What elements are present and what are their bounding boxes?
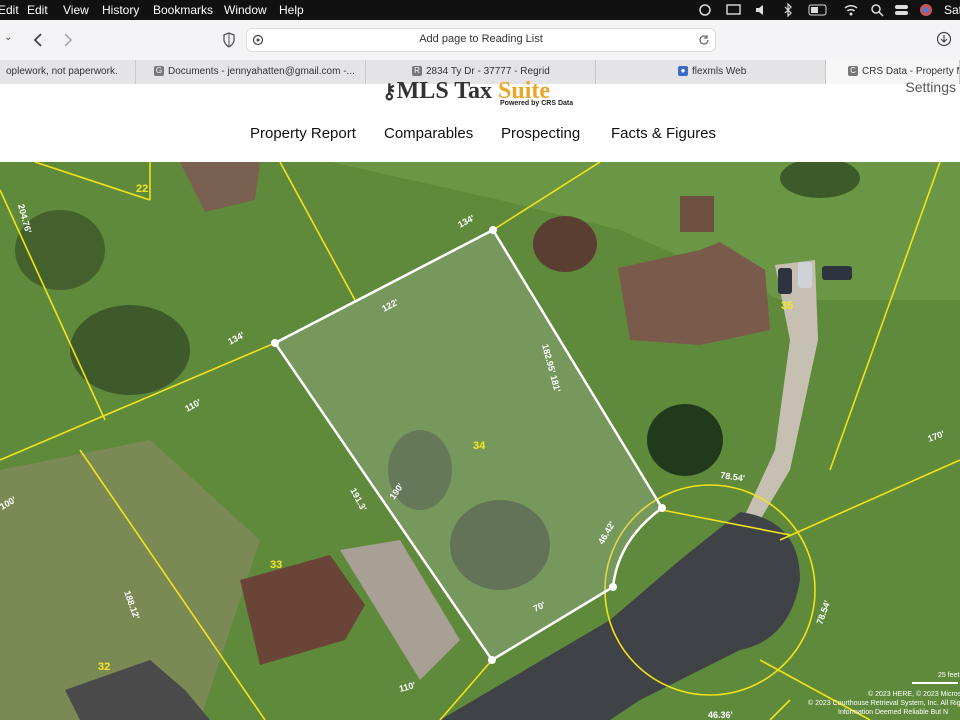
shed-roof xyxy=(680,196,714,232)
reload-icon[interactable] xyxy=(698,34,710,46)
menu-history[interactable]: History xyxy=(102,3,139,17)
nav-property-report[interactable]: Property Report xyxy=(250,125,356,142)
crs-data-icon: C xyxy=(848,66,858,77)
settings-link[interactable]: Settings xyxy=(905,79,956,95)
page-header: ⚷MLS Tax Suite Powered by CRS Data Setti… xyxy=(0,78,960,162)
flexmls-icon: ● xyxy=(678,66,688,77)
tab-label: CRS Data - Property M xyxy=(862,66,960,77)
menu-edit[interactable]: Edit xyxy=(27,3,48,17)
menu-bookmarks[interactable]: Bookmarks xyxy=(153,3,213,17)
car xyxy=(778,268,792,294)
logo-subtitle: Powered by CRS Data xyxy=(500,100,574,107)
address-bar[interactable]: Add page to Reading List xyxy=(246,28,716,52)
forward-arrow-icon[interactable] xyxy=(62,32,74,48)
scale-label: 25 feet xyxy=(938,672,959,679)
parcel-map[interactable]: 22 34 35 33 32 204.76' 134' 134' 122' 18… xyxy=(0,162,960,720)
volume-icon[interactable] xyxy=(754,3,770,17)
car xyxy=(822,266,852,280)
tab-4[interactable]: ● flexmls Web xyxy=(596,60,826,84)
privacy-shield-icon[interactable] xyxy=(222,32,236,48)
google-docs-icon: G xyxy=(154,66,164,77)
tab-label: oplework, not paperwork. xyxy=(6,66,118,77)
map-attribution: © 2023 HERE, © 2023 Microsoft xyxy=(868,690,960,698)
logo-text: MLS Tax xyxy=(396,78,499,104)
tab-label: flexmls Web xyxy=(692,66,747,77)
lot-number: 32 xyxy=(98,661,110,673)
battery-icon[interactable] xyxy=(808,4,830,16)
siri-icon[interactable] xyxy=(919,3,933,17)
regrid-icon: R xyxy=(412,66,422,77)
downloads-icon[interactable] xyxy=(936,31,952,47)
nav-prospecting[interactable]: Prospecting xyxy=(501,125,580,142)
dimension-label: 46.36' xyxy=(708,710,733,720)
tab-1[interactable]: oplework, not paperwork. xyxy=(0,60,136,84)
lot-number: 34 xyxy=(473,440,486,452)
map-attribution: © 2023 Courthouse Retrieval System, Inc.… xyxy=(808,699,960,707)
menu-bar: Edit Edit View History Bookmarks Window … xyxy=(0,0,960,20)
nav-comparables[interactable]: Comparables xyxy=(384,125,473,142)
chevron-down-icon[interactable]: ⌄ xyxy=(4,32,12,43)
menu-edit[interactable]: Edit xyxy=(0,3,19,17)
lot-number: 33 xyxy=(270,559,282,571)
tab-label: Documents - jennyahatten@gmail.com -... xyxy=(168,66,355,77)
menu-window[interactable]: Window xyxy=(224,3,267,17)
car xyxy=(798,262,812,288)
menu-view[interactable]: View xyxy=(63,3,89,17)
lot-number: 22 xyxy=(136,183,148,195)
key-icon: ⚷ xyxy=(382,81,397,103)
tab-2[interactable]: G Documents - jennyahatten@gmail.com -... xyxy=(136,60,366,84)
search-icon[interactable] xyxy=(870,3,884,17)
display-icon[interactable] xyxy=(726,3,742,17)
tree-shadow xyxy=(647,404,723,476)
nav-facts-figures[interactable]: Facts & Figures xyxy=(611,125,716,142)
menu-help[interactable]: Help xyxy=(279,3,304,17)
airplay-icon[interactable] xyxy=(698,3,712,17)
map-attribution: Information Deemed Reliable But N xyxy=(838,709,948,716)
browser-toolbar: ⌄ Add page to Reading List xyxy=(0,20,960,60)
lot-number: 35 xyxy=(781,300,793,312)
tab-label: 2834 Ty Dr - 37777 - Regrid xyxy=(426,66,550,77)
menubar-clock: Sat xyxy=(944,3,960,17)
back-arrow-icon[interactable] xyxy=(32,32,44,48)
address-bar-text: Add page to Reading List xyxy=(419,33,543,45)
wifi-icon[interactable] xyxy=(843,3,859,17)
control-center-icon[interactable] xyxy=(894,3,910,17)
tree xyxy=(533,216,597,272)
bluetooth-icon[interactable] xyxy=(783,3,793,17)
